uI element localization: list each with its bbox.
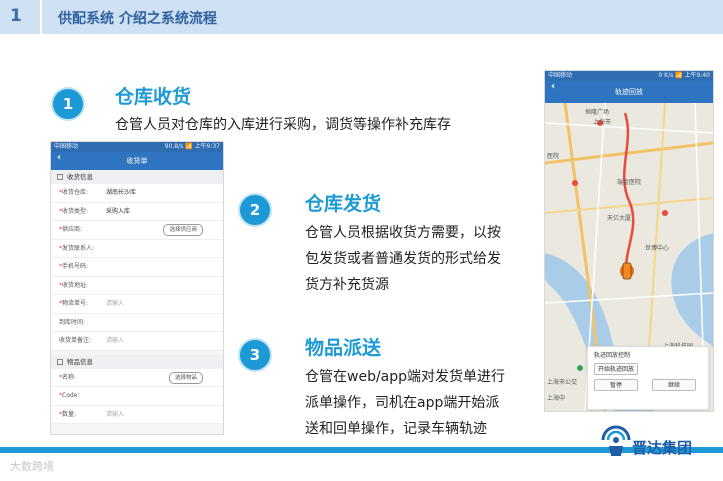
field-label-text: 收货地址: [62, 281, 89, 289]
field-label: 到库时间: [59, 314, 85, 331]
field-label-text: 手机号码: [62, 263, 89, 270]
company-name: 晋达集团 [632, 439, 693, 457]
step-2-line-2: 包发货或者普通发货的形式给发 [305, 251, 501, 267]
header-bar: 1 供配系统 介绍之系统流程 [0, 0, 723, 34]
field-label: *手机号码: [59, 258, 88, 275]
receipt-info-header: 收货信息 [51, 170, 223, 184]
field-label-text: 收货类型: [62, 207, 89, 215]
step-1-badge: 1 [51, 87, 85, 121]
slide-number: 1 [10, 6, 22, 26]
field-label: *Code: [59, 387, 79, 404]
back-arrow-icon[interactable]: ‹ [551, 81, 555, 92]
field-label-text: 收货单备注: [59, 337, 92, 344]
step-3-badge: 3 [238, 338, 272, 372]
step-2-line-1: 仓管人员根据收货方需要，以按 [305, 225, 501, 241]
field-label-text: 物流单号: [62, 300, 89, 307]
field-label: *收货仓库: [59, 184, 88, 201]
field-label: *物流单号: [59, 295, 88, 312]
map-label: 医院 [547, 153, 560, 160]
map-label: 瑞金医院 [617, 179, 642, 186]
field-label: *收货类型: [59, 203, 88, 220]
slide-title: 供配系统 介绍之系统流程 [58, 11, 217, 27]
field-input[interactable]: 请输入 [106, 332, 124, 349]
header-separator [40, 0, 42, 34]
map-label: 上海市 [593, 119, 612, 126]
pause-button[interactable]: 暂停 [594, 379, 638, 391]
form-row[interactable]: *Code: [51, 387, 223, 406]
field-input[interactable]: 请输入 [106, 406, 124, 423]
field-label-text: 名称: [62, 373, 77, 381]
field-label-text: 数量: [62, 410, 77, 418]
company-logo-icon [601, 425, 631, 456]
receipt-phone-screenshot: 中国移动 90.8/s 📶 上午9:37 ‹ 收货单 收货信息 *收货仓库: 湖南… [50, 141, 224, 435]
form-row[interactable]: *收货类型: 采购入库 [51, 202, 223, 221]
form-row[interactable]: *收货仓库: 湖南长沙库 [51, 184, 223, 203]
playback-control-panel: 轨迹回放控制 开始轨迹回放 暂停 继续 [587, 346, 709, 410]
step-3-line-3: 送和回单操作，记录车辆轨迹 [305, 421, 487, 437]
nav-bar: ‹ 轨迹回放 [545, 81, 713, 103]
field-label: *供应商: [59, 221, 82, 238]
nav-title: 轨迹回放 [615, 88, 643, 96]
start-playback-button[interactable]: 开始轨迹回放 [594, 363, 639, 375]
step-3-title: 物品派送 [305, 337, 382, 359]
form-row[interactable]: *收货地址: [51, 276, 223, 295]
nav-bar: ‹ 收货单 [51, 152, 223, 170]
field-label: *名称: [59, 369, 76, 386]
map-label: 上海市公交 [547, 379, 578, 386]
status-right-text: 0 K/s 📶 上午9:40 [658, 72, 710, 79]
field-label-text: Code: [62, 392, 80, 399]
field-input[interactable]: 请输入 [106, 295, 124, 312]
carrier-text: 中国移动 [548, 72, 573, 79]
step-1-body: 仓管人员对仓库的入库进行采购，调货等操作补充库存 [115, 112, 451, 138]
form-row[interactable]: *供应商: 选择供应商 [51, 221, 223, 240]
item-info-fields: *名称: 选择物品 *Code: *数量: 请输入 [51, 368, 223, 424]
track-phone-screenshot: 中国移动 0 K/s 📶 上午9:40 ‹ 轨迹回放 恒隆广场 上海市 医院 瑞… [544, 70, 714, 412]
back-arrow-icon[interactable]: ‹ [57, 152, 61, 163]
field-value[interactable]: 采购入库 [106, 203, 130, 220]
step-3-body: 仓管在web/app端对发货单进行 派单操作，司机在app端开始派 送和回单操作… [305, 364, 505, 442]
field-label-text: 收货仓库: [62, 189, 89, 196]
form-row[interactable]: *物流单号: 请输入 [51, 295, 223, 314]
carrier-text: 中国移动 [54, 143, 79, 150]
status-bar: 中国移动 90.8/s 📶 上午9:37 [51, 142, 223, 152]
field-label: *数量: [59, 406, 76, 423]
field-label-text: 到库时间: [59, 318, 86, 326]
field-label-text: 发货联系人: [62, 244, 95, 252]
watermark: 大数跨境 [10, 460, 54, 473]
map-label: 天亿大厦 [607, 215, 632, 222]
step-2-badge: 2 [238, 193, 272, 227]
field-value[interactable]: 湖南长沙库 [106, 184, 136, 201]
resume-button[interactable]: 继续 [652, 379, 696, 391]
field-label: *收货地址: [59, 277, 88, 294]
select-button[interactable]: 选择物品 [168, 371, 203, 384]
nav-title: 收货单 [126, 157, 148, 165]
field-label-text: 供应商: [62, 226, 83, 233]
form-row[interactable]: *名称: 选择物品 [51, 368, 223, 387]
step-3-line-2: 派单操作，司机在app端开始派 [305, 395, 500, 411]
step-2-line-3: 货方补充货源 [305, 277, 389, 293]
status-bar: 中国移动 0 K/s 📶 上午9:40 [545, 71, 713, 81]
form-row[interactable]: *手机号码: [51, 258, 223, 277]
form-row[interactable]: 到库时间: [51, 313, 223, 332]
item-info-header: 物品信息 [51, 354, 223, 369]
step-1-title: 仓库收货 [115, 86, 192, 108]
form-row[interactable]: *发货联系人: [51, 239, 223, 258]
form-row[interactable]: 收货单备注: 请输入 [51, 332, 223, 351]
step-1-line-1: 仓管人员对仓库的入库进行采购，调货等操作补充库存 [115, 117, 451, 133]
field-label: 收货单备注: [59, 332, 91, 349]
map-label: 上海中 [547, 395, 566, 402]
status-right-text: 90.8/s 📶 上午9:37 [164, 143, 220, 150]
step-3-line-1: 仓管在web/app端对发货单进行 [305, 369, 506, 385]
select-button[interactable]: 选择供应商 [163, 224, 203, 236]
field-label: *发货联系人: [59, 240, 94, 257]
map-label: 世博中心 [645, 245, 670, 252]
step-2-body: 仓管人员根据收货方需要，以按 包发货或者普通发货的形式给发 货方补充货源 [305, 220, 501, 298]
control-title: 轨迹回放控制 [594, 352, 631, 359]
form-row[interactable]: *数量: 请输入 [51, 405, 223, 424]
map-label: 恒隆广场 [585, 109, 610, 116]
step-2-title: 仓库发货 [305, 193, 382, 215]
receipt-info-fields: *收货仓库: 湖南长沙库 *收货类型: 采购入库 *供应商: 选择供应商 *发货联系人: *手… [51, 184, 223, 351]
